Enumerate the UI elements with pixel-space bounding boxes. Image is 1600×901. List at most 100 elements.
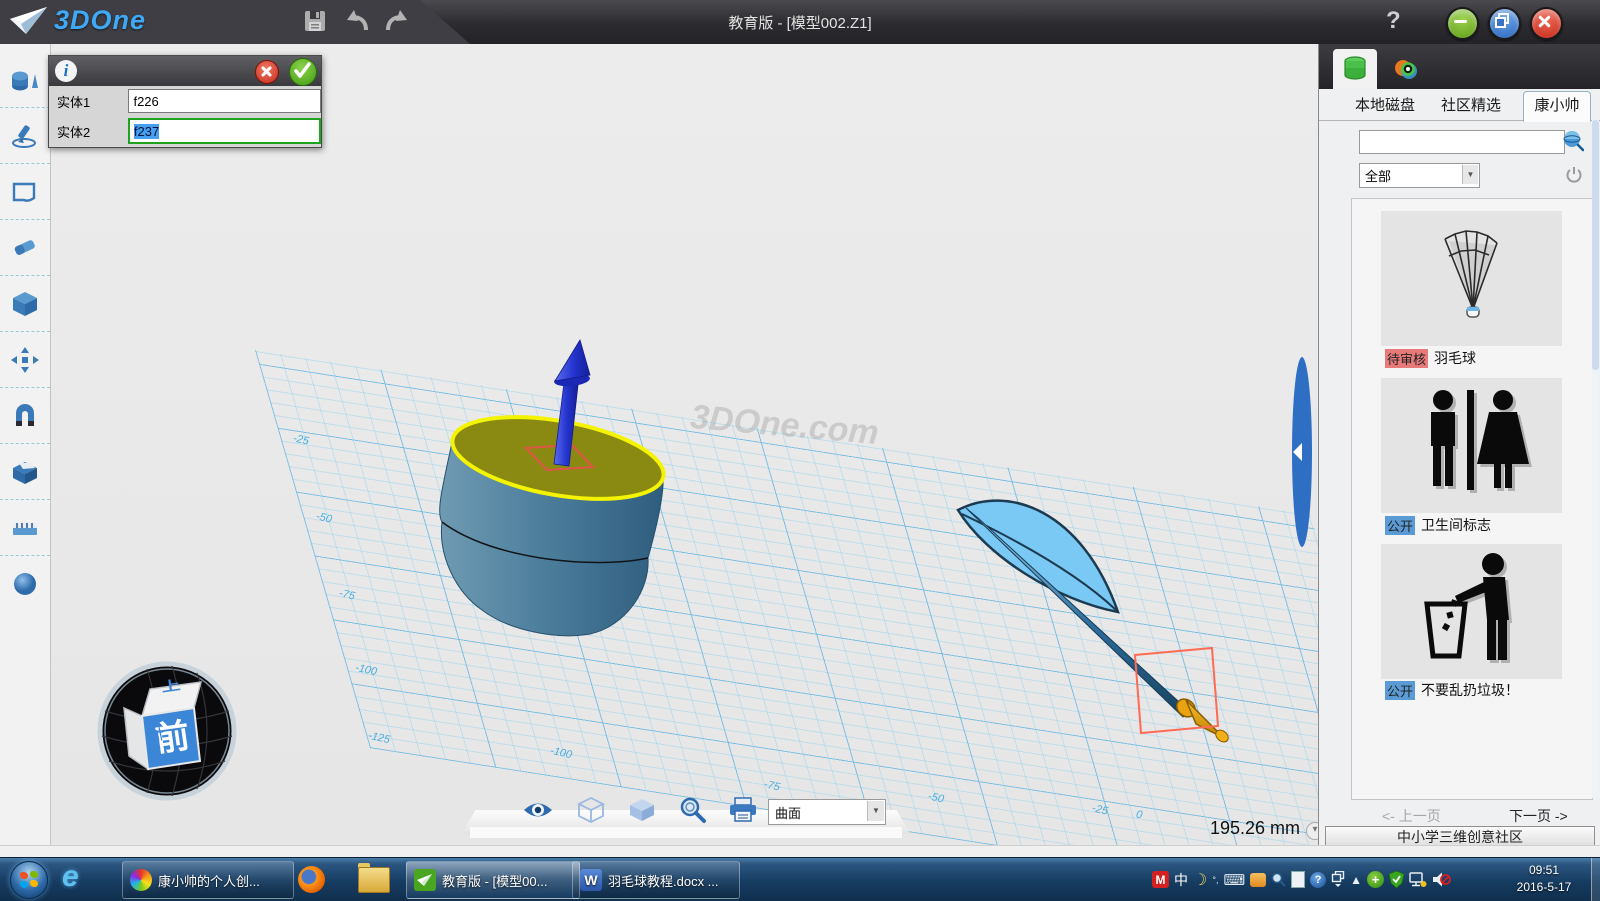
entity2-field-active[interactable]: f237 bbox=[128, 118, 321, 144]
word-icon: W bbox=[580, 869, 602, 891]
search-input[interactable] bbox=[1359, 130, 1565, 154]
sketch-tool-icon[interactable] bbox=[0, 108, 50, 164]
internet-explorer-icon[interactable]: e bbox=[62, 860, 79, 894]
taskbar-item-3done-active[interactable]: 教育版 - [模型00... bbox=[406, 861, 580, 899]
status-badge-public: 公开 bbox=[1385, 516, 1415, 535]
ime-language-icon[interactable]: 中 bbox=[1174, 870, 1188, 890]
explorer-folder-icon[interactable] bbox=[358, 867, 388, 891]
info-icon: i bbox=[55, 60, 77, 82]
panel-collapse-handle[interactable] bbox=[1286, 354, 1316, 550]
sketch-surface-tool-icon[interactable] bbox=[0, 164, 50, 220]
taskbar-item-word-doc[interactable]: W 羽毛球教程.docx ... bbox=[572, 861, 740, 899]
window-title: 教育版 - [模型002.Z1] bbox=[600, 12, 1000, 33]
dropdown-arrow-icon[interactable]: ▼ bbox=[1462, 165, 1478, 184]
model-card-label: 待审核 羽毛球 bbox=[1385, 350, 1476, 366]
special-solid-tool-icon[interactable] bbox=[0, 276, 50, 332]
dialog-confirm-button[interactable] bbox=[289, 58, 317, 86]
wireframe-view-icon[interactable] bbox=[574, 796, 608, 824]
material-sphere-tool-icon[interactable] bbox=[0, 556, 50, 611]
save-icon[interactable] bbox=[303, 9, 327, 33]
tab-user-active[interactable]: 康小帅 bbox=[1523, 91, 1591, 122]
restroom-sign-thumbnail bbox=[1381, 378, 1562, 513]
network-icon[interactable] bbox=[1409, 872, 1427, 888]
model-card-restroom[interactable] bbox=[1381, 378, 1562, 513]
taskbar-clock[interactable]: 09:51 2016-5-17 bbox=[1498, 862, 1590, 896]
restore-button[interactable] bbox=[1488, 7, 1521, 40]
viewport-shelf-lower bbox=[470, 827, 902, 838]
taskbar-item-personal-space[interactable]: 康小帅的个人创... bbox=[122, 861, 294, 899]
dart-model[interactable] bbox=[958, 501, 1231, 745]
direction-arrow-head[interactable] bbox=[555, 340, 590, 381]
firefox-icon[interactable] bbox=[298, 866, 325, 893]
volume-muted-icon[interactable] bbox=[1432, 871, 1451, 888]
panel-tab-strip bbox=[1319, 44, 1600, 89]
measurement-dropdown-icon[interactable]: ▾ bbox=[1306, 822, 1318, 840]
prev-page-link[interactable]: <- 上一页 bbox=[1382, 806, 1441, 826]
badminton-thumbnail bbox=[1381, 211, 1562, 346]
search-globe-icon[interactable] bbox=[1562, 130, 1584, 152]
display-mode-value: 曲面 bbox=[775, 803, 801, 822]
ime-options-icon[interactable]: °, bbox=[1212, 875, 1218, 885]
database-icon bbox=[1343, 56, 1367, 82]
close-button[interactable] bbox=[1530, 7, 1563, 40]
model-layer bbox=[50, 44, 1318, 845]
status-badge-public: 公开 bbox=[1385, 681, 1415, 700]
print-icon[interactable] bbox=[726, 796, 760, 824]
redo-icon[interactable] bbox=[383, 8, 409, 34]
view-cube-top-label: 上 bbox=[161, 678, 182, 695]
combine-tool-icon[interactable] bbox=[0, 444, 50, 500]
resource-panel: 本地磁盘 社区精选 康小帅 全部 ▼ bbox=[1318, 44, 1600, 845]
category-filter-dropdown[interactable]: 全部 ▼ bbox=[1359, 163, 1480, 188]
model-card-litter[interactable] bbox=[1381, 544, 1562, 679]
scrollbar-thumb[interactable] bbox=[1592, 120, 1599, 370]
moon-icon[interactable]: ☽ bbox=[1193, 870, 1207, 890]
primitives-tool-icon[interactable] bbox=[0, 52, 50, 108]
solid-view-icon[interactable] bbox=[625, 796, 659, 824]
antivirus-plus-icon[interactable]: + bbox=[1367, 871, 1384, 888]
toolbox-icon[interactable] bbox=[1250, 873, 1266, 887]
undo-icon[interactable] bbox=[345, 8, 371, 34]
sogou-m-icon[interactable]: M bbox=[1152, 871, 1169, 888]
help-icon[interactable]: ? bbox=[1386, 7, 1401, 35]
viewport-3d[interactable]: -25 -50 -75 -100 -125 -100 -75 -50 -25 0… bbox=[50, 44, 1318, 845]
dropdown-arrow-icon[interactable]: ▼ bbox=[867, 801, 884, 821]
tab-local-disk[interactable]: 本地磁盘 bbox=[1355, 94, 1415, 115]
visibility-eye-icon[interactable] bbox=[521, 796, 555, 824]
tab-community-featured[interactable]: 社区精选 bbox=[1441, 94, 1501, 115]
left-toolbar bbox=[0, 44, 51, 853]
restore-windows-icon[interactable] bbox=[1331, 871, 1345, 888]
community-resource-tab[interactable] bbox=[1385, 52, 1427, 86]
search-tray-icon[interactable] bbox=[1271, 872, 1286, 887]
next-page-link[interactable]: 下一页 -> bbox=[1509, 806, 1568, 826]
entity1-label: 实体1 bbox=[49, 92, 128, 111]
app-window: 3DOne 教育版 - [模型002.Z1] ? bbox=[0, 0, 1600, 900]
refresh-power-icon[interactable] bbox=[1566, 166, 1582, 184]
panel-scrollbar[interactable] bbox=[1592, 120, 1599, 798]
entity2-label: 实体2 bbox=[49, 122, 128, 141]
assembly-magnet-tool-icon[interactable] bbox=[0, 388, 50, 444]
help-tray-icon[interactable]: ? bbox=[1310, 872, 1326, 888]
dome-model[interactable] bbox=[440, 340, 670, 636]
security-shield-icon[interactable] bbox=[1389, 871, 1404, 888]
zoom-icon[interactable] bbox=[676, 796, 710, 824]
dialog-titlebar[interactable]: i bbox=[49, 56, 321, 86]
measure-tool-icon[interactable] bbox=[0, 500, 50, 556]
display-mode-dropdown[interactable]: 曲面 ▼ bbox=[768, 799, 886, 825]
clock-time: 09:51 bbox=[1498, 862, 1590, 879]
dialog-cancel-button[interactable] bbox=[255, 60, 279, 84]
hidden-icons-arrow[interactable]: ▲ bbox=[1350, 873, 1362, 887]
show-desktop-button[interactable] bbox=[1591, 858, 1600, 901]
entity1-field[interactable]: f226 bbox=[128, 89, 321, 113]
model-card-badminton[interactable] bbox=[1381, 211, 1562, 346]
move-tool-icon[interactable] bbox=[0, 332, 50, 388]
view-cube[interactable]: 前 上 左 bbox=[97, 661, 237, 801]
logo-text: 3DOne bbox=[54, 5, 146, 36]
eraser-tool-icon[interactable] bbox=[0, 220, 50, 276]
community-swirl-icon bbox=[1393, 56, 1419, 82]
start-button[interactable] bbox=[10, 861, 48, 899]
library-tab-active[interactable] bbox=[1333, 49, 1377, 89]
keyboard-icon[interactable]: ⌨ bbox=[1223, 871, 1245, 889]
document-tray-icon[interactable] bbox=[1291, 871, 1305, 888]
taskbar: e 康小帅的个人创... 教育版 - [模型00... W 羽毛球教程.docx… bbox=[0, 857, 1600, 901]
minimize-button[interactable] bbox=[1446, 7, 1479, 40]
